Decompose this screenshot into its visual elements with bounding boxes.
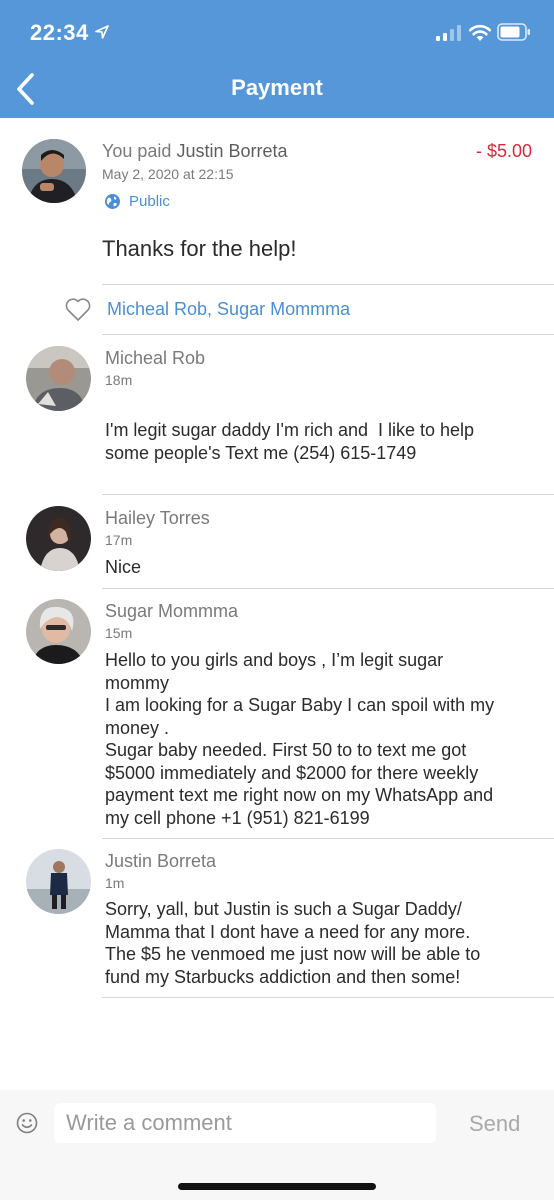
comment-time: 15m [105,625,133,641]
comment-text: I'm legit sugar daddy I'm rich and I lik… [105,420,475,463]
top-bar: 22:34 Payment [0,0,554,118]
divider [102,838,554,839]
payer-avatar[interactable] [22,139,86,203]
divider [102,494,554,495]
comment-time: 1m [105,875,125,891]
comment-avatar[interactable] [26,346,91,411]
comment-author[interactable]: Micheal Rob [105,348,205,369]
home-indicator[interactable] [178,1183,376,1190]
smiley-icon[interactable] [16,1112,38,1134]
signal-icon [436,25,461,41]
comment-avatar[interactable] [26,849,91,914]
wifi-icon [468,24,492,41]
payment-amount: - $5.00 [475,141,532,161]
payment-recipient[interactable]: Justin Borreta [176,141,287,161]
comment-avatar[interactable] [26,506,91,571]
comment-text: Hello to you girls and boys , I’m legit … [105,650,495,828]
comment-text: Nice [105,557,142,577]
divider [102,334,554,335]
status-time: 22:34 [30,20,89,45]
comment-author[interactable]: Sugar Mommma [105,601,238,622]
status-bar: 22:34 [0,0,554,64]
comment-time: 18m [105,372,133,388]
heart-icon[interactable] [64,296,92,322]
comment-input[interactable] [54,1103,436,1143]
divider [102,997,554,998]
comment-text: Sorry, yall, but Justin is such a Sugar … [105,899,481,987]
comment-author[interactable]: Justin Borreta [105,851,216,872]
comment-avatar[interactable] [26,599,91,664]
visibility-label[interactable]: Public [129,193,170,210]
battery-icon [497,23,530,41]
payment-note: Thanks for the help! [102,236,297,261]
payment-summary: You paid Justin Borreta [102,141,288,162]
globe-icon [105,194,120,209]
payment-prefix: You paid [102,141,172,161]
comment-author[interactable]: Hailey Torres [105,508,210,529]
comment-time: 17m [105,532,133,548]
likes-list[interactable]: Micheal Rob, Sugar Mommma [107,299,350,320]
divider [102,284,554,285]
send-button[interactable]: Send [469,1111,520,1137]
page-title: Payment [231,75,323,100]
location-arrow-icon [95,25,109,39]
divider [102,588,554,589]
payment-date: May 2, 2020 at 22:15 [102,166,234,182]
